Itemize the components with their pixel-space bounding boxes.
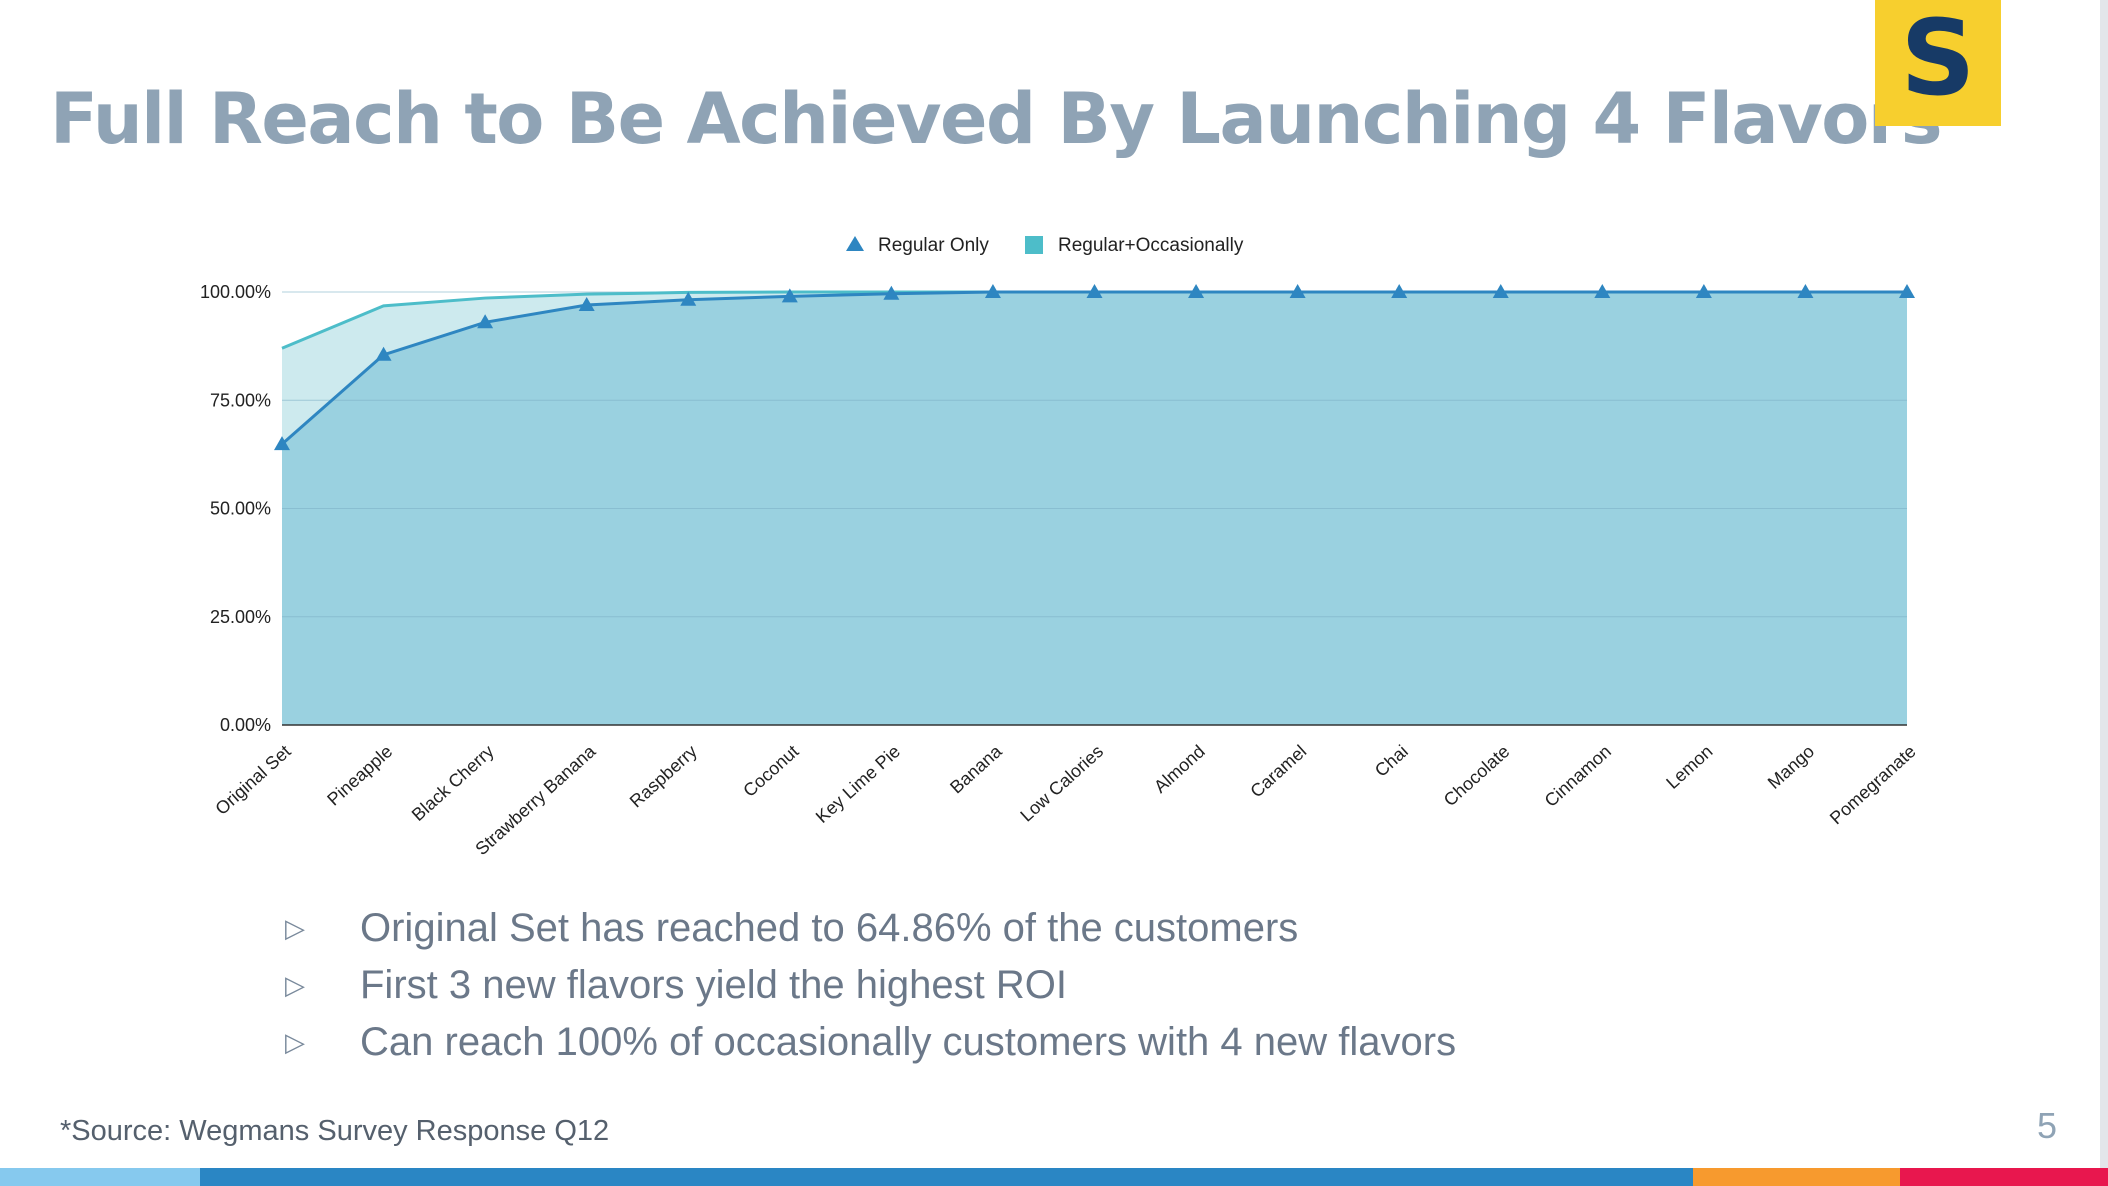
x-tick-label: Mango bbox=[1764, 741, 1818, 793]
y-tick-label: 50.00% bbox=[210, 499, 271, 519]
bullet-item: ▷ Can reach 100% of occasionally custome… bbox=[285, 1014, 1456, 1071]
legend-label-regular-occasionally: Regular+Occasionally bbox=[1058, 235, 1244, 256]
footer-bar-segment bbox=[1900, 1168, 2108, 1186]
x-tick-label: Cinnamon bbox=[1541, 741, 1615, 811]
bullet-item: ▷ First 3 new flavors yield the highest … bbox=[285, 957, 1456, 1014]
footer-color-bar bbox=[0, 1168, 2108, 1186]
x-tick-label: Lemon bbox=[1662, 741, 1716, 793]
x-tick-label: Almond bbox=[1150, 741, 1209, 797]
x-tick-label: Chocolate bbox=[1440, 741, 1514, 810]
x-tick-label: Pomegranate bbox=[1826, 741, 1920, 828]
plot-area: 0.00% 25.00% 50.00% 75.00% 100.00% Original S… bbox=[200, 282, 1920, 859]
x-tick-label: Coconut bbox=[739, 741, 802, 801]
legend-marker-regular-only bbox=[846, 236, 864, 251]
x-tick-label: Chai bbox=[1371, 741, 1412, 781]
x-tick-label: Raspberry bbox=[626, 741, 701, 811]
x-tick-label: Caramel bbox=[1246, 741, 1310, 801]
footer-bar-segment bbox=[200, 1168, 1693, 1186]
bullet-text: First 3 new flavors yield the highest RO… bbox=[360, 963, 1067, 1007]
x-tick-label: Black Cherry bbox=[408, 741, 498, 825]
y-tick-label: 75.00% bbox=[210, 390, 271, 410]
page-number: 5 bbox=[2037, 1105, 2058, 1146]
y-tick-label: 100.00% bbox=[200, 282, 271, 302]
chart-legend: Regular Only Regular+Occasionally bbox=[846, 235, 1244, 256]
reach-area-chart: Regular Only Regular+Occasionally 0.00% 2… bbox=[200, 235, 1920, 859]
bullet-marker: ▷ bbox=[285, 1027, 305, 1057]
footer-bar-segment bbox=[0, 1168, 200, 1186]
bullet-text: Can reach 100% of occasionally customers… bbox=[360, 1020, 1457, 1064]
x-tick-label: Key Lime Pie bbox=[812, 741, 904, 827]
legend-marker-regular-occasionally bbox=[1025, 236, 1043, 254]
bullet-marker: ▷ bbox=[285, 913, 305, 943]
bullet-text: Original Set has reached to 64.86% of th… bbox=[360, 906, 1299, 950]
y-tick-label: 0.00% bbox=[220, 715, 271, 735]
y-tick-label: 25.00% bbox=[210, 607, 271, 627]
source-note: *Source: Wegmans Survey Response Q12 bbox=[60, 1115, 610, 1147]
bullet-list: ▷ Original Set has reached to 64.86% of … bbox=[285, 900, 1456, 1071]
x-tick-label: Low Calories bbox=[1016, 741, 1107, 825]
x-tick-label: Original Set bbox=[211, 741, 294, 819]
legend-label-regular-only: Regular Only bbox=[878, 235, 989, 256]
x-tick-label: Banana bbox=[946, 740, 1006, 797]
x-tick-label: Pineapple bbox=[323, 741, 396, 809]
bullet-item: ▷ Original Set has reached to 64.86% of … bbox=[285, 900, 1456, 957]
bullet-marker: ▷ bbox=[285, 970, 305, 1000]
footer-bar-segment bbox=[1693, 1168, 1900, 1186]
